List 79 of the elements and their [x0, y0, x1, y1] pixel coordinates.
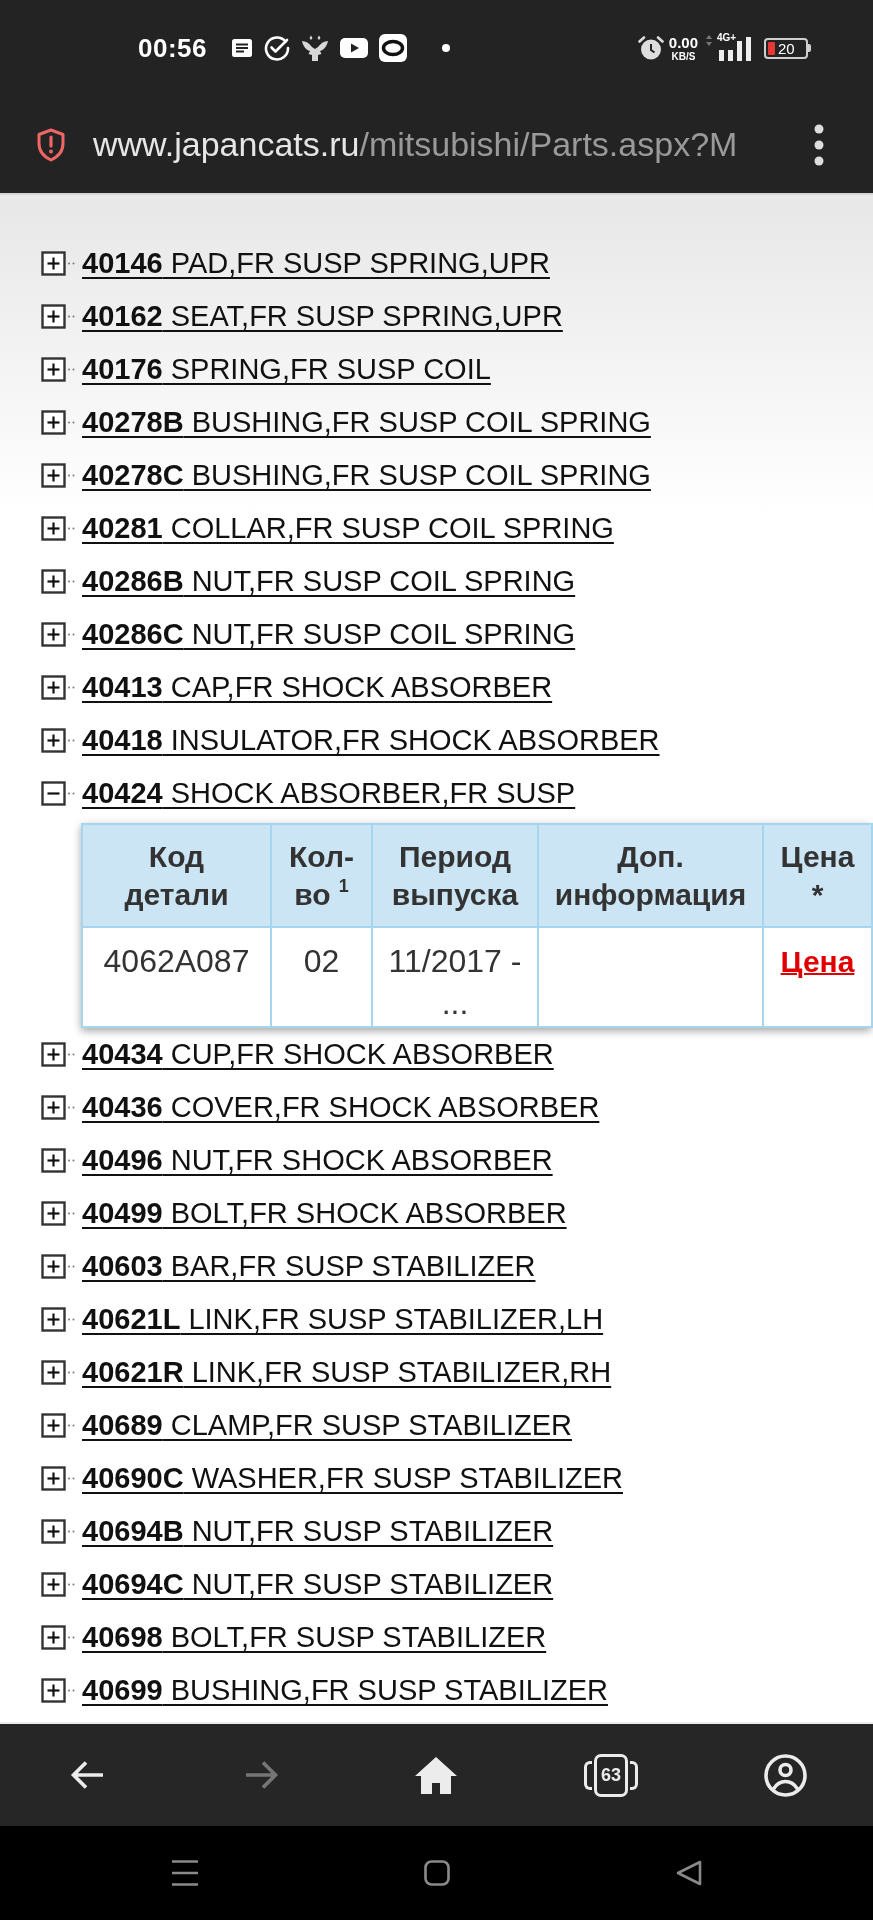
emblem-icon: [301, 34, 329, 62]
expand-icon[interactable]: [41, 463, 77, 488]
message-icon: [231, 37, 253, 59]
account-icon[interactable]: [764, 1753, 808, 1797]
part-link[interactable]: 40690C WASHER,FR SUSP STABILIZER: [82, 1462, 623, 1495]
expand-icon[interactable]: [41, 1519, 77, 1544]
expand-icon[interactable]: [41, 1413, 77, 1438]
expand-icon[interactable]: [41, 1625, 77, 1650]
back-arrow-icon[interactable]: [70, 1760, 105, 1790]
part-link[interactable]: 40436 COVER,FR SHOCK ABSORBER: [82, 1091, 600, 1124]
part-link[interactable]: 40621L LINK,FR SUSP STABILIZER,LH: [82, 1303, 604, 1336]
dot-icon: [442, 44, 450, 52]
part-link[interactable]: 40499 BOLT,FR SHOCK ABSORBER: [82, 1197, 567, 1230]
expand-icon[interactable]: [41, 304, 77, 329]
part-link[interactable]: 40603 BAR,FR SUSP STABILIZER: [82, 1250, 536, 1283]
expand-icon[interactable]: [41, 410, 77, 435]
video-icon: [340, 38, 368, 58]
part-link[interactable]: 40278C BUSHING,FR SUSP COIL SPRING: [82, 459, 651, 492]
part-link[interactable]: 40281 COLLAR,FR SUSP COIL SPRING: [82, 512, 614, 545]
security-warning-icon[interactable]: [36, 127, 66, 162]
column-header: Цена *: [763, 824, 872, 927]
network-type: 4G+: [717, 33, 737, 43]
network-speed: 0.00: [668, 34, 698, 50]
expand-icon[interactable]: [41, 622, 77, 647]
part-link[interactable]: 40146 PAD,FR SUSP SPRING,UPR: [82, 247, 550, 280]
part-link[interactable]: 40694C NUT,FR SUSP STABILIZER: [82, 1568, 554, 1601]
network-speed-unit: KB/S: [671, 51, 696, 62]
battery-charge-icon: [768, 41, 775, 55]
part-link[interactable]: 40278B BUSHING,FR SUSP COIL SPRING: [82, 406, 651, 439]
check-circle-icon: [264, 35, 290, 61]
part-link[interactable]: 40434 CUP,FR SHOCK ABSORBER: [82, 1038, 554, 1071]
expand-icon[interactable]: [41, 1042, 77, 1067]
expand-icon[interactable]: [41, 1095, 77, 1120]
part-link[interactable]: 40162 SEAT,FR SUSP SPRING,UPR: [82, 300, 563, 333]
part-link[interactable]: 40496 NUT,FR SHOCK ABSORBER: [82, 1144, 553, 1177]
expand-icon[interactable]: [41, 675, 77, 700]
collapse-icon[interactable]: [41, 781, 77, 806]
ring-icon: [379, 34, 407, 62]
part-link[interactable]: 40418 INSULATOR,FR SHOCK ABSORBER: [82, 724, 660, 757]
price-link[interactable]: Цена: [780, 945, 855, 978]
expand-icon[interactable]: [41, 1678, 77, 1703]
column-header: Доп. информация: [538, 824, 763, 927]
expand-icon[interactable]: [41, 1148, 77, 1173]
part-link[interactable]: 40694B NUT,FR SUSP STABILIZER: [82, 1515, 554, 1548]
part-link[interactable]: 40621R LINK,FR SUSP STABILIZER,RH: [82, 1356, 612, 1389]
expand-icon[interactable]: [41, 251, 77, 276]
period-cell: 11/2017 - ...: [372, 927, 538, 1027]
expand-icon[interactable]: [41, 728, 77, 753]
expand-icon[interactable]: [41, 516, 77, 541]
part-link[interactable]: 40699 BUSHING,FR SUSP STABILIZER: [82, 1674, 608, 1707]
expand-icon[interactable]: [41, 1466, 77, 1491]
expand-icon[interactable]: [41, 357, 77, 382]
expand-icon[interactable]: [41, 569, 77, 594]
menu-icon[interactable]: [171, 1860, 198, 1886]
part-link[interactable]: 40286B NUT,FR SUSP COIL SPRING: [82, 565, 576, 598]
quantity-cell: 02: [271, 927, 372, 1027]
part-link[interactable]: 40413 CAP,FR SHOCK ABSORBER: [82, 671, 553, 704]
alarm-clock-icon: [637, 35, 664, 61]
part-number-cell: 4062A087: [82, 927, 271, 1027]
square-icon[interactable]: [423, 1860, 450, 1886]
expand-icon[interactable]: [41, 1360, 77, 1385]
clock-time: 00:56: [138, 32, 207, 64]
expand-icon[interactable]: [41, 1201, 77, 1226]
column-header: Код детали: [82, 824, 271, 927]
part-link[interactable]: 40689 CLAMP,FR SUSP STABILIZER: [82, 1409, 572, 1442]
back-triangle-icon[interactable]: [675, 1860, 702, 1886]
home-icon[interactable]: [415, 1756, 458, 1794]
expand-icon[interactable]: [41, 1307, 77, 1332]
expand-icon[interactable]: [41, 1572, 77, 1597]
data-arrows-icon: [706, 34, 712, 46]
part-link[interactable]: 40698 BOLT,FR SUSP STABILIZER: [82, 1621, 547, 1654]
menu-icon[interactable]: [814, 123, 824, 166]
part-link[interactable]: 40424 SHOCK ABSORBER,FR SUSP: [82, 777, 576, 810]
battery-percent: 20: [778, 40, 795, 56]
part-link[interactable]: 40176 SPRING,FR SUSP COIL: [82, 353, 491, 386]
column-header: Кол-во $^{1}$: [271, 824, 372, 927]
part-link[interactable]: 40286C NUT,FR SUSP COIL SPRING: [82, 618, 576, 651]
column-header: Период выпуска: [372, 824, 538, 927]
expand-icon[interactable]: [41, 1254, 77, 1279]
